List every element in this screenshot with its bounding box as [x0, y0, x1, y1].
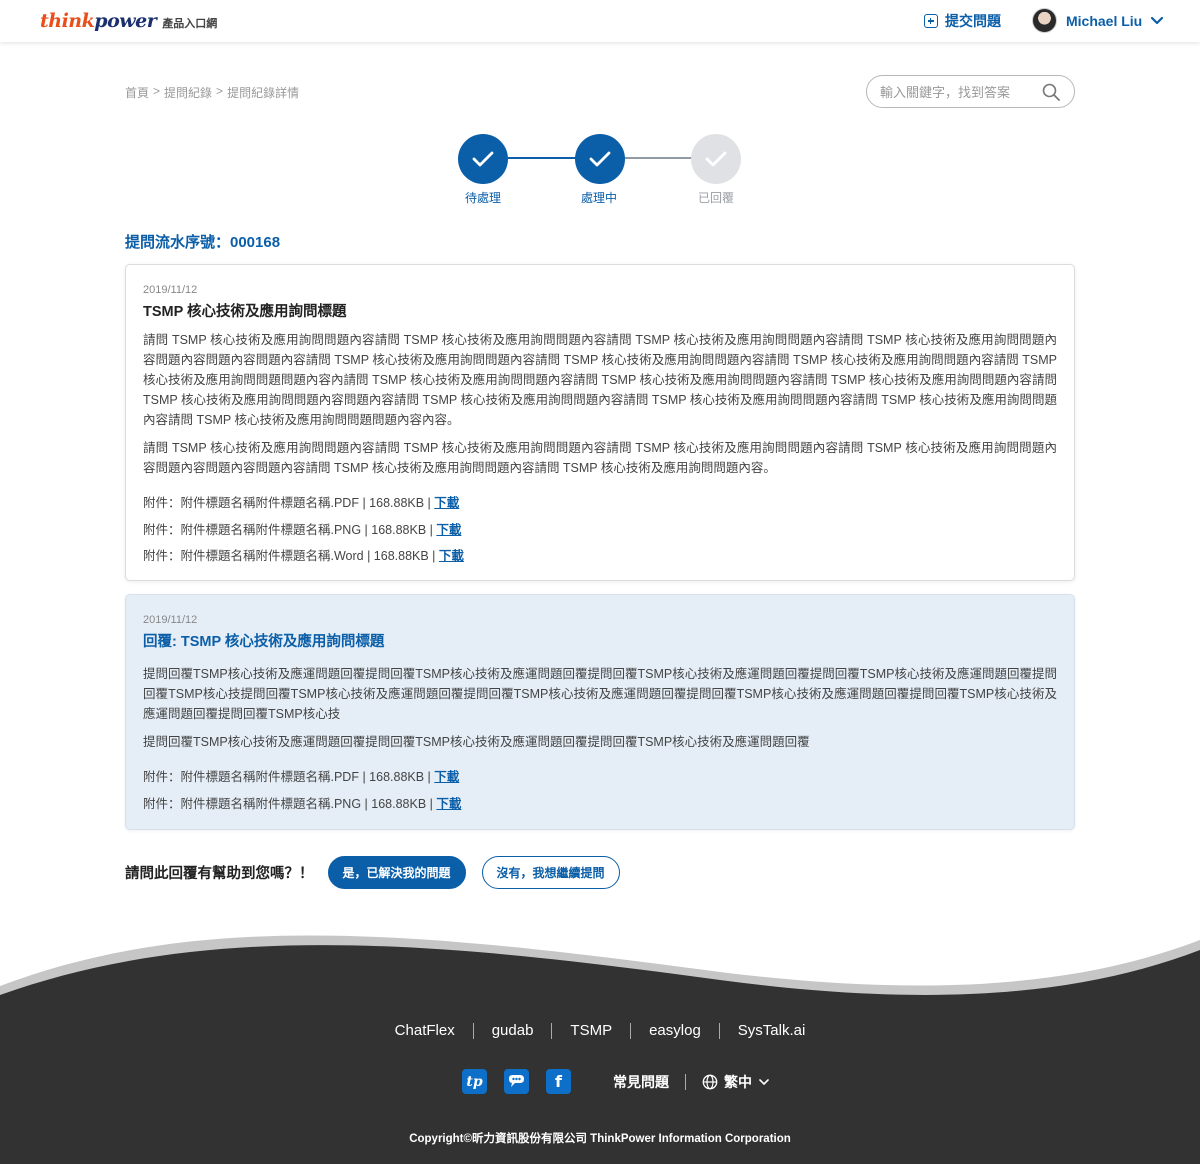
chat-bubble-glyph	[509, 1074, 524, 1087]
reply-card: 2019/11/12 回覆: TSMP 核心技術及應用詢問標題 提問回覆TSMP…	[125, 594, 1075, 830]
download-link[interactable]: 下載	[436, 797, 461, 811]
step-label-processing: 處理中	[580, 191, 617, 205]
tp-icon[interactable]: tp	[462, 1069, 487, 1094]
attachment-row: 附件：附件標題名稱附件標題名稱.PDF | 168.88KB | 下載	[143, 494, 1057, 512]
chevron-down-icon	[1151, 16, 1164, 24]
logo-wordmark: thinkpower	[40, 10, 157, 32]
brand-logo[interactable]: thinkpower 產品入口網	[40, 10, 217, 32]
faq-link[interactable]: 常見問題	[613, 1072, 669, 1092]
avatar	[1032, 8, 1057, 33]
step-connector-pending	[624, 157, 692, 159]
chat-bubble-icon[interactable]	[504, 1069, 529, 1094]
plus-square-icon	[924, 14, 938, 28]
step-connector-completed	[508, 157, 576, 159]
question-paragraph: 請問 TSMP 核心技術及應用詢問問題內容請問 TSMP 核心技術及應用詢問問題…	[143, 441, 1057, 475]
resolved-yes-button[interactable]: 是，已解決我的問題	[327, 856, 466, 889]
footer-link-easylog[interactable]: easylog	[649, 1022, 701, 1039]
breadcrumb-home[interactable]: 首頁	[125, 84, 149, 101]
user-name: Michael Liu	[1066, 12, 1143, 29]
search-input[interactable]	[880, 83, 1040, 101]
submit-question-label: 提交問題	[945, 13, 1001, 29]
step-processing-circle	[575, 134, 625, 184]
feedback-question: 請問此回覆有幫助到您嗎？！	[125, 866, 314, 882]
step-label-replied: 已回覆	[697, 191, 734, 205]
breadcrumb-separator: >	[216, 84, 224, 98]
download-link[interactable]: 下載	[439, 549, 464, 563]
attachment-row: 附件：附件標題名稱附件標題名稱.PNG | 168.88KB | 下載	[143, 521, 1057, 539]
reply-date: 2019/11/12	[143, 614, 198, 626]
user-menu[interactable]: Michael Liu	[1032, 8, 1164, 33]
question-date: 2019/11/12	[143, 284, 198, 296]
step-replied-circle	[691, 134, 741, 184]
divider	[685, 1073, 686, 1090]
divider	[472, 1022, 474, 1039]
copyright: Copyright©昕力資訊股份有限公司 ThinkPower Informat…	[409, 1133, 791, 1145]
continue-asking-button[interactable]: 沒有，我想繼續提問	[481, 856, 620, 889]
question-title: TSMP 核心技術及應用詢問標題	[143, 304, 347, 320]
footer-link-chatflex[interactable]: ChatFlex	[395, 1022, 455, 1039]
step-pending-circle	[458, 134, 508, 184]
check-icon	[705, 151, 727, 167]
footer-link-gudab[interactable]: gudab	[492, 1022, 534, 1039]
check-icon	[589, 151, 611, 167]
divider	[630, 1022, 632, 1039]
breadcrumb-current: 提問紀錄詳情	[227, 86, 300, 100]
divider	[551, 1022, 553, 1039]
download-link[interactable]: 下載	[434, 770, 459, 784]
reply-paragraph: 提問回覆TSMP核心技術及應運問題回覆提問回覆TSMP核心技術及應運問題回覆提問…	[143, 735, 810, 749]
footer-wave-decoration	[0, 935, 1200, 1000]
search-box	[866, 75, 1075, 108]
check-icon	[472, 151, 494, 167]
divider	[718, 1022, 720, 1039]
attachment-info: 附件：附件標題名稱附件標題名稱.PDF | 168.88KB |	[143, 770, 431, 784]
attachment-row: 附件：附件標題名稱附件標題名稱.Word | 168.88KB | 下載	[143, 547, 1057, 565]
question-card: 2019/11/12 TSMP 核心技術及應用詢問標題 請問 TSMP 核心技術…	[125, 264, 1075, 581]
footer-social-row: tp f 常見問題 繁中	[462, 1069, 776, 1094]
logo-subtitle: 產品入口網	[162, 18, 218, 30]
breadcrumb-separator: >	[153, 84, 161, 98]
attachment-info: 附件：附件標題名稱附件標題名稱.PNG | 168.88KB |	[143, 522, 433, 537]
product-links: ChatFlex gudab TSMP easylog SysTalk.ai	[0, 1022, 1200, 1039]
attachment-info: 附件：附件標題名稱附件標題名稱.PDF | 168.88KB |	[143, 496, 431, 510]
breadcrumb: 首頁 > 提問紀錄 > 提問紀錄詳情	[125, 84, 299, 101]
submit-question-button[interactable]: 提交問題	[924, 11, 1001, 31]
attachment-info: 附件：附件標題名稱附件標題名稱.PNG | 168.88KB |	[143, 796, 433, 811]
top-header: thinkpower 產品入口網 提交問題 Michael Liu	[0, 0, 1200, 42]
download-link[interactable]: 下載	[434, 496, 459, 510]
question-serial-number: 提問流水序號：000168	[125, 234, 281, 251]
attachment-info: 附件：附件標題名稱附件標題名稱.Word | 168.88KB |	[143, 549, 436, 563]
site-footer: ChatFlex gudab TSMP easylog SysTalk.ai t…	[0, 995, 1200, 1164]
step-label-pending: 待處理	[464, 191, 501, 205]
feedback-bar: 請問此回覆有幫助到您嗎？！ 是，已解決我的問題 沒有，我想繼續提問	[125, 856, 620, 889]
breadcrumb-question-history[interactable]: 提問紀錄	[164, 84, 212, 101]
attachment-row: 附件：附件標題名稱附件標題名稱.PDF | 168.88KB | 下載	[143, 768, 1057, 786]
footer-link-systalk[interactable]: SysTalk.ai	[738, 1022, 806, 1039]
language-label: 繁中	[724, 1073, 752, 1090]
facebook-icon[interactable]: f	[546, 1069, 571, 1094]
globe-icon	[702, 1074, 718, 1089]
reply-paragraph: 提問回覆TSMP核心技術及應運問題回覆提問回覆TSMP核心技術及應運問題回覆提問…	[143, 667, 1057, 721]
search-icon[interactable]	[1042, 83, 1060, 101]
question-paragraph: 請問 TSMP 核心技術及應用詢問問題內容請問 TSMP 核心技術及應用詢問問題…	[143, 333, 1057, 427]
language-selector[interactable]: 繁中	[702, 1072, 776, 1092]
reply-title: 回覆: TSMP 核心技術及應用詢問標題	[143, 634, 385, 650]
download-link[interactable]: 下載	[436, 523, 461, 537]
chevron-down-icon	[759, 1078, 769, 1085]
footer-link-tsmp[interactable]: TSMP	[570, 1022, 612, 1039]
attachment-row: 附件：附件標題名稱附件標題名稱.PNG | 168.88KB | 下載	[143, 795, 1057, 813]
